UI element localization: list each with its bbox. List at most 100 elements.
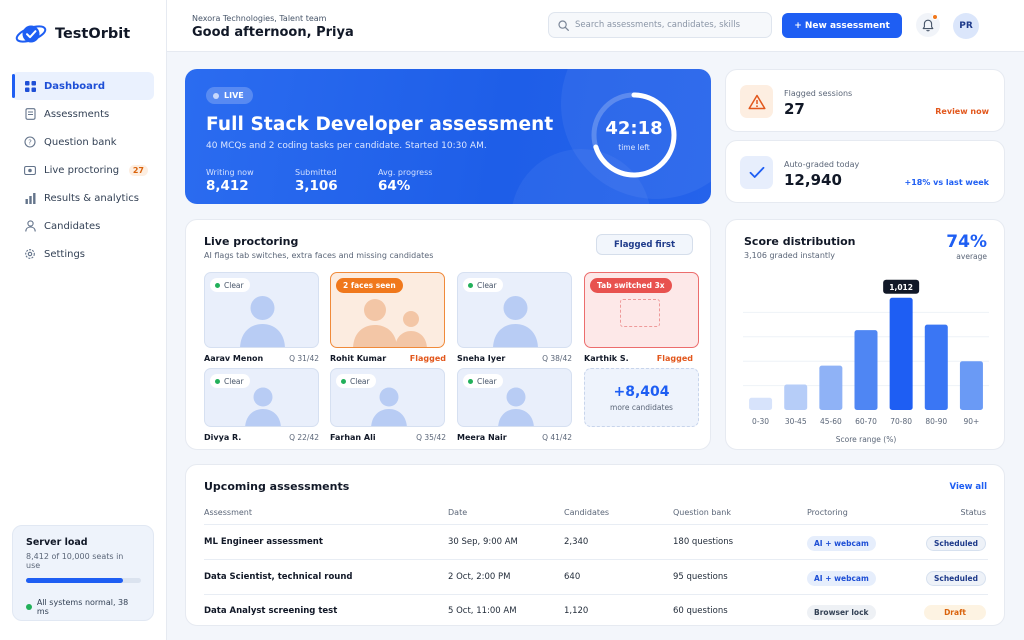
stat-label: Writing now bbox=[206, 168, 254, 177]
stat-value: 64% bbox=[378, 178, 411, 194]
warning-icon bbox=[740, 85, 773, 118]
clear-dot-icon bbox=[468, 378, 473, 384]
question-count: 95 questions bbox=[673, 572, 728, 582]
timer-value: 42:18 bbox=[605, 118, 663, 139]
status-pill: Clear bbox=[210, 278, 250, 292]
score-distribution-chart: 0-30 30-45 45-60 60-70 70-80 1,012 80-90 90+ Sco… bbox=[743, 279, 989, 444]
empty-frame-icon bbox=[620, 299, 660, 327]
assessment-date: 30 Sep, 9:00 AM bbox=[448, 537, 518, 547]
candidate-name: Divya R. bbox=[204, 433, 242, 442]
divider bbox=[204, 559, 988, 560]
live-badge: LIVE bbox=[206, 87, 253, 104]
chart-bar bbox=[784, 384, 808, 410]
document-icon bbox=[24, 108, 36, 120]
server-status: All systems normal, 38 ms bbox=[26, 598, 140, 616]
average-label: average bbox=[956, 252, 987, 261]
notifications-button[interactable] bbox=[916, 13, 940, 37]
assessment-date: 2 Oct, 2:00 PM bbox=[448, 572, 511, 582]
candidate-feed[interactable]: Clear bbox=[204, 272, 319, 348]
candidate-count: 2,340 bbox=[564, 537, 589, 547]
sidebar-item-results[interactable]: Results & analytics bbox=[12, 184, 154, 212]
status-pill-label: Clear bbox=[477, 376, 497, 386]
candidate-feed[interactable]: Clear bbox=[204, 368, 319, 427]
review-now-link[interactable]: Review now bbox=[935, 107, 989, 116]
server-load-panel: Server load 8,412 of 10,000 seats in use… bbox=[12, 525, 154, 621]
candidate-name: Aarav Menon bbox=[204, 354, 264, 363]
sidebar: TestOrbit Dashboard Assessments ? Questi… bbox=[0, 0, 167, 640]
section-header: Live proctoring AI flags tab switches, e… bbox=[204, 235, 433, 260]
view-all-link[interactable]: View all bbox=[950, 482, 987, 492]
person-silhouette-icon bbox=[240, 296, 285, 347]
assessment-name: Data Analyst screening test bbox=[204, 606, 338, 616]
chart-bar bbox=[749, 397, 773, 410]
alert-pill: Tab switched 3x bbox=[590, 278, 672, 293]
sidebar-item-question-bank[interactable]: ? Question bank bbox=[12, 128, 154, 156]
candidate-feed-flagged[interactable]: 2 faces seen bbox=[330, 272, 445, 348]
more-candidates-count: +8,404 bbox=[613, 383, 670, 400]
clear-dot-icon bbox=[341, 378, 346, 384]
sidebar-item-label: Dashboard bbox=[44, 80, 105, 92]
candidate-name: Farhan Ali bbox=[330, 433, 376, 442]
search-box[interactable] bbox=[548, 12, 772, 38]
person-silhouette-icon bbox=[245, 387, 281, 426]
column-header: Assessment bbox=[204, 508, 252, 517]
sidebar-item-settings[interactable]: Settings bbox=[12, 240, 154, 268]
user-avatar[interactable]: PR bbox=[953, 13, 979, 39]
column-header: Question bank bbox=[673, 508, 732, 517]
person-silhouette-icon bbox=[498, 387, 534, 426]
live-badge-label: LIVE bbox=[224, 91, 244, 100]
status-pill-label: Clear bbox=[224, 376, 244, 386]
auto-graded-card: Auto-graded today 12,940 +18% vs last we… bbox=[725, 140, 1005, 203]
sidebar-item-live-proctoring[interactable]: Live proctoring 27 bbox=[12, 156, 154, 184]
candidate-feed[interactable]: Clear bbox=[330, 368, 445, 427]
candidate-progress: Q 35/42 bbox=[416, 433, 446, 442]
status-badge: Draft bbox=[924, 605, 986, 620]
notification-dot bbox=[932, 14, 938, 20]
new-assessment-button[interactable]: + New assessment bbox=[782, 13, 902, 38]
assessment-subtitle: 40 MCQs and 2 coding tasks per candidate… bbox=[206, 141, 487, 151]
candidate-count: 640 bbox=[564, 572, 581, 582]
candidate-progress: Q 38/42 bbox=[542, 354, 572, 363]
candidate-feed-flagged[interactable]: Tab switched 3x bbox=[584, 272, 699, 348]
live-assessment-hero[interactable]: LIVE Full Stack Developer assessment 40 … bbox=[185, 69, 711, 204]
status-dot-icon bbox=[26, 604, 32, 610]
question-icon: ? bbox=[24, 136, 36, 148]
status-pill: Clear bbox=[210, 374, 250, 388]
question-count: 180 questions bbox=[673, 537, 734, 547]
stat-writing-now: Writing now 8,412 bbox=[206, 168, 254, 194]
status-pill-label: Clear bbox=[477, 280, 497, 290]
column-header: Proctoring bbox=[807, 508, 848, 517]
candidate-progress: Q 22/42 bbox=[289, 433, 319, 442]
candidate-name: Rohit Kumar bbox=[330, 354, 387, 363]
sidebar-item-candidates[interactable]: Candidates bbox=[12, 212, 154, 240]
candidate-name: Sneha Iyer bbox=[457, 354, 506, 363]
server-load-fill bbox=[26, 578, 123, 583]
chart-tick-label: 80-90 bbox=[925, 417, 947, 426]
chart-tick-label: 30-45 bbox=[785, 417, 807, 426]
candidate-name: Meera Nair bbox=[457, 433, 507, 442]
stat-label: Avg. progress bbox=[378, 168, 433, 177]
sidebar-item-label: Assessments bbox=[44, 108, 110, 120]
status-pill: Clear bbox=[463, 278, 503, 292]
sidebar-item-assessments[interactable]: Assessments bbox=[12, 100, 154, 128]
sidebar-item-dashboard[interactable]: Dashboard bbox=[12, 72, 154, 100]
search-input[interactable] bbox=[575, 20, 765, 30]
clear-dot-icon bbox=[215, 282, 220, 288]
clear-dot-icon bbox=[215, 378, 220, 384]
flagged-first-filter[interactable]: Flagged first bbox=[596, 234, 693, 255]
app-logo[interactable]: TestOrbit bbox=[15, 21, 130, 47]
section-subtitle: AI flags tab switches, extra faces and m… bbox=[204, 251, 434, 260]
status-pill: Clear bbox=[463, 374, 503, 388]
section-title: Upcoming assessments bbox=[204, 480, 350, 493]
candidate-feed[interactable]: Clear bbox=[457, 272, 572, 348]
more-candidates-tile[interactable]: +8,404 more candidates bbox=[584, 368, 699, 427]
average-score: 74% bbox=[946, 232, 987, 252]
flagged-sessions-card[interactable]: Flagged sessions 27 Review now bbox=[725, 69, 1005, 132]
gear-icon bbox=[24, 248, 36, 260]
chart-tick-label: 70-80 bbox=[890, 417, 912, 426]
chart-bar bbox=[889, 297, 913, 410]
search-icon bbox=[558, 19, 569, 31]
candidate-count: 1,120 bbox=[564, 606, 589, 616]
live-proctoring-panel: Live proctoring AI flags tab switches, e… bbox=[185, 219, 711, 450]
candidate-feed[interactable]: Clear bbox=[457, 368, 572, 427]
